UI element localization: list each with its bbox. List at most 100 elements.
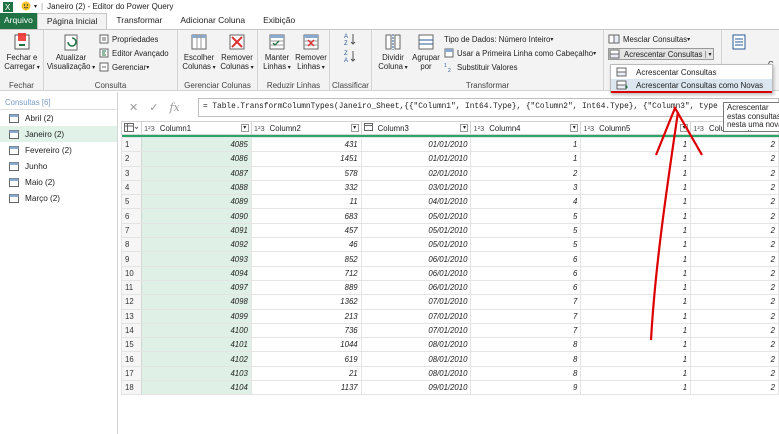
cancel-formula-icon[interactable]: ✕ — [129, 101, 138, 114]
table-cell[interactable]: 21 — [250, 365, 362, 382]
table-cell[interactable]: 4101 — [140, 337, 252, 353]
row-number[interactable]: 13 — [121, 308, 142, 324]
row-number[interactable]: 9 — [121, 251, 142, 267]
integer-type-icon[interactable]: 1²3 — [473, 124, 484, 133]
table-cell[interactable]: 2 — [690, 365, 779, 382]
row-number[interactable]: 10 — [121, 265, 142, 281]
table-cell[interactable]: 4100 — [140, 322, 252, 339]
table-cell[interactable]: 5 — [470, 237, 582, 253]
tab-adicionar-coluna[interactable]: Adicionar Coluna — [171, 13, 254, 29]
menu-item-append-queries-as-new[interactable]: Acrescentar Consultas como Novas — [611, 79, 772, 93]
table-cell[interactable]: 06/01/2010 — [360, 279, 472, 296]
replace-values-button[interactable]: 1 2 Substituir Valores — [444, 61, 518, 73]
table-cell[interactable]: 01/01/2010 — [360, 151, 472, 167]
table-cell[interactable]: 09/01/2010 — [360, 380, 472, 396]
table-cell[interactable]: 04/01/2010 — [360, 194, 472, 210]
table-cell[interactable]: 4102 — [140, 351, 252, 367]
refresh-preview-button[interactable]: Atualizar Visualização ▾ — [46, 32, 96, 73]
table-cell[interactable]: 1 — [580, 365, 692, 382]
table-cell[interactable]: 2 — [690, 222, 779, 239]
query-item-abril[interactable]: Abril (2) — [0, 110, 117, 126]
table-cell[interactable]: 457 — [250, 222, 362, 239]
table-cell[interactable]: 05/01/2010 — [360, 208, 472, 224]
table-cell[interactable]: 2 — [690, 165, 779, 181]
table-row[interactable]: 9 4093 852 06/01/2010 6 1 2 — [121, 251, 779, 267]
table-cell[interactable]: 4085 — [140, 136, 252, 153]
table-cell[interactable]: 619 — [250, 351, 362, 367]
row-number[interactable]: 6 — [121, 208, 142, 224]
table-cell[interactable]: 4090 — [140, 208, 252, 224]
table-cell[interactable]: 1 — [580, 136, 692, 153]
table-row[interactable]: 6 4090 683 05/01/2010 5 1 2 — [121, 208, 779, 224]
table-cell[interactable]: 431 — [250, 136, 362, 153]
table-cell[interactable]: 4089 — [140, 194, 252, 210]
table-cell[interactable]: 1 — [470, 151, 582, 167]
row-number[interactable]: 11 — [121, 279, 142, 296]
table-cell[interactable]: 05/01/2010 — [360, 237, 472, 253]
table-cell[interactable]: 05/01/2010 — [360, 222, 472, 239]
column-header-2[interactable]: 1²3 Column2 ▾ — [250, 121, 362, 135]
use-first-row-header-button[interactable]: Usar a Primeira Linha como Cabeçalho ▾ — [444, 47, 596, 59]
table-cell[interactable]: 1 — [580, 194, 692, 210]
table-cell[interactable]: 4093 — [140, 251, 252, 267]
confirm-formula-icon[interactable]: ✓ — [149, 101, 158, 114]
table-cell[interactable]: 46 — [250, 237, 362, 253]
table-cell[interactable]: 01/01/2010 — [360, 136, 472, 153]
table-cell[interactable]: 1 — [470, 136, 582, 153]
table-cell[interactable]: 2 — [690, 151, 779, 167]
row-number[interactable]: 8 — [121, 237, 142, 253]
integer-type-icon[interactable]: 1²3 — [693, 124, 704, 133]
function-icon[interactable]: fx — [169, 101, 179, 114]
table-row[interactable]: 14 4100 736 07/01/2010 7 1 2 — [121, 322, 779, 339]
table-row[interactable]: 16 4102 619 08/01/2010 8 1 2 — [121, 351, 779, 367]
table-cell[interactable]: 4088 — [140, 179, 252, 196]
table-cell[interactable]: 736 — [250, 322, 362, 339]
date-type-icon[interactable] — [363, 123, 373, 133]
table-cell[interactable]: 1 — [580, 337, 692, 353]
table-cell[interactable]: 1 — [580, 380, 692, 396]
filter-dropdown-icon[interactable]: ▾ — [350, 124, 359, 132]
table-cell[interactable]: 2 — [470, 165, 582, 181]
table-cell[interactable]: 4097 — [140, 279, 252, 296]
table-cell[interactable]: 8 — [470, 365, 582, 382]
table-cell[interactable]: 4103 — [140, 365, 252, 382]
table-cell[interactable]: 332 — [250, 179, 362, 196]
formula-input[interactable]: = Table.TransformColumnTypes(Janeiro_She… — [198, 98, 779, 117]
tab-exibicao[interactable]: Exibição — [254, 13, 304, 29]
split-column-button[interactable]: Dividir Coluna ▾ — [376, 32, 410, 73]
table-cell[interactable]: 8 — [470, 351, 582, 367]
table-cell[interactable]: 1044 — [250, 337, 362, 353]
table-row[interactable]: 2 4086 1451 01/01/2010 1 1 2 — [121, 151, 779, 167]
query-item-maio[interactable]: Maio (2) — [0, 174, 117, 190]
table-cell[interactable]: 11 — [250, 194, 362, 210]
integer-type-icon[interactable]: 1²3 — [583, 124, 594, 133]
tab-transformar[interactable]: Transformar — [107, 13, 171, 29]
table-cell[interactable]: 2 — [690, 294, 779, 310]
data-type-button[interactable]: Tipo de Dados: Número Inteiro ▾ — [444, 33, 553, 45]
properties-button[interactable]: Propriedades — [99, 33, 158, 45]
table-cell[interactable]: 7 — [470, 294, 582, 310]
table-cell[interactable]: 1 — [580, 222, 692, 239]
column-header-5[interactable]: 1²3 Column5 ▾ — [580, 121, 692, 135]
table-cell[interactable]: 5 — [470, 222, 582, 239]
row-number[interactable]: 3 — [121, 165, 142, 181]
table-cell[interactable]: 08/01/2010 — [360, 337, 472, 353]
filter-dropdown-icon[interactable]: ▾ — [570, 124, 579, 132]
integer-type-icon[interactable]: 1²3 — [254, 124, 265, 133]
table-cell[interactable]: 889 — [250, 279, 362, 296]
column-header-1[interactable]: 1²3 Column1 ▾ — [140, 121, 252, 135]
append-queries-button[interactable]: Acrescentar Consultas ▾ — [608, 48, 715, 60]
query-item-marco[interactable]: Março (2) — [0, 190, 117, 206]
table-row[interactable]: 17 4103 21 08/01/2010 8 1 2 — [121, 365, 779, 382]
integer-type-icon[interactable]: 1²3 — [144, 124, 155, 133]
table-cell[interactable]: 213 — [250, 308, 362, 324]
manage-button[interactable]: Gerenciar ▾ — [99, 61, 149, 73]
table-cell[interactable]: 2 — [690, 279, 779, 296]
table-cell[interactable]: 1 — [580, 165, 692, 181]
table-cell[interactable]: 1 — [580, 308, 692, 324]
remove-columns-button[interactable]: Remover Colunas ▾ — [218, 32, 256, 73]
row-number[interactable]: 7 — [121, 222, 142, 239]
sort-ascending-button[interactable]: AZ — [344, 33, 359, 46]
filter-dropdown-icon[interactable]: ▾ — [460, 124, 469, 132]
filter-dropdown-icon[interactable]: ▾ — [240, 124, 249, 132]
